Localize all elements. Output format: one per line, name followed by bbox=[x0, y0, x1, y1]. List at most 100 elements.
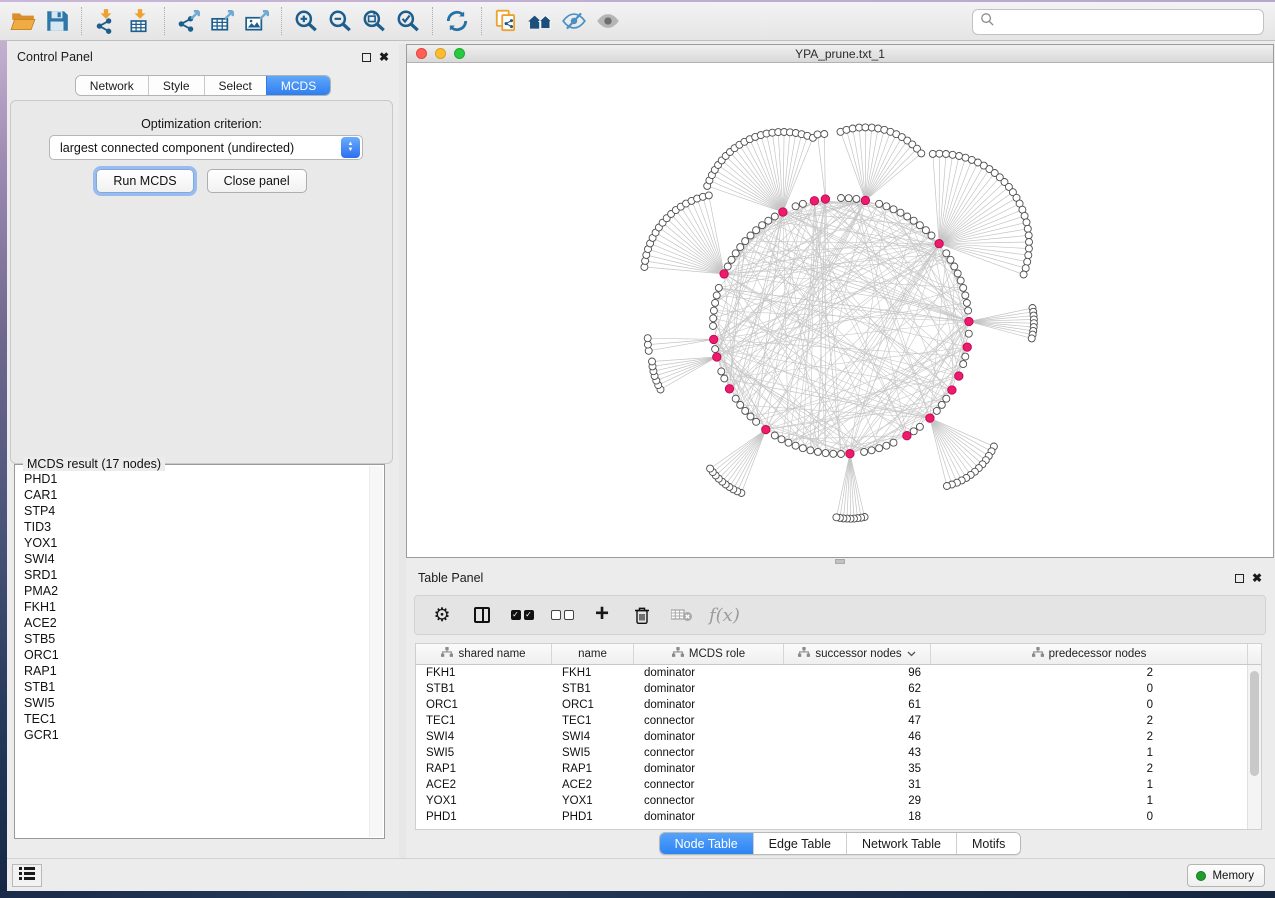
import-table-icon[interactable] bbox=[123, 5, 157, 37]
tab-style[interactable]: Style bbox=[148, 76, 204, 95]
zoom-fit-icon[interactable] bbox=[357, 5, 391, 37]
mcds-result-item[interactable]: PHD1 bbox=[16, 471, 368, 487]
add-row-icon[interactable]: + bbox=[589, 601, 615, 629]
export-table-icon[interactable] bbox=[206, 5, 240, 37]
close-panel-button[interactable]: Close panel bbox=[207, 169, 307, 193]
table-cell: 2 bbox=[931, 761, 1248, 777]
delete-rows-icon[interactable] bbox=[629, 601, 655, 629]
sitemap-icon bbox=[798, 647, 810, 661]
sitemap-icon bbox=[672, 647, 684, 661]
zoom-in-icon[interactable] bbox=[289, 5, 323, 37]
table-cell: dominator bbox=[634, 761, 784, 777]
close-panel-icon[interactable]: ✖ bbox=[379, 51, 389, 63]
table-cell: 2 bbox=[931, 665, 1248, 681]
mcds-result-list: PHD1CAR1STP4TID3YOX1SWI4SRD1PMA2FKH1ACE2… bbox=[16, 471, 368, 837]
tab-node-table[interactable]: Node Table bbox=[660, 833, 753, 854]
table-row[interactable]: ORC1ORC1dominator610 bbox=[416, 697, 1261, 713]
mcds-result-item[interactable]: SWI4 bbox=[16, 551, 368, 567]
tab-select[interactable]: Select bbox=[204, 76, 266, 95]
criterion-dropdown[interactable]: largest connected component (undirected)… bbox=[49, 135, 363, 160]
tab-network-table[interactable]: Network Table bbox=[846, 833, 956, 854]
table-cell: 0 bbox=[931, 809, 1248, 825]
show-columns-icon[interactable] bbox=[469, 601, 495, 629]
import-network-icon[interactable] bbox=[89, 5, 123, 37]
table-row[interactable]: TEC1TEC1connector472 bbox=[416, 713, 1261, 729]
search-field[interactable] bbox=[972, 9, 1264, 35]
column-label: shared name bbox=[458, 648, 525, 660]
column-header-MCDS-role[interactable]: MCDS role bbox=[634, 644, 784, 664]
table-cell: 0 bbox=[931, 697, 1248, 713]
mcds-result-item[interactable]: ACE2 bbox=[16, 615, 368, 631]
show-all-icon[interactable] bbox=[591, 5, 625, 37]
duplicate-network-icon[interactable] bbox=[489, 5, 523, 37]
mcds-result-item[interactable]: PMA2 bbox=[16, 583, 368, 599]
mcds-result-item[interactable]: TID3 bbox=[16, 519, 368, 535]
table-row[interactable]: SWI4SWI4dominator462 bbox=[416, 729, 1261, 745]
mcds-result-item[interactable]: SRD1 bbox=[16, 567, 368, 583]
divider-drag-handle[interactable] bbox=[835, 559, 845, 564]
mcds-result-item[interactable]: SWI5 bbox=[16, 695, 368, 711]
table-scrollbar[interactable] bbox=[1247, 665, 1261, 829]
close-table-panel-icon[interactable]: ✖ bbox=[1252, 572, 1262, 584]
mcds-result-item[interactable]: GCR1 bbox=[16, 727, 368, 743]
mcds-list-scrollbar[interactable] bbox=[369, 466, 383, 837]
mcds-result-item[interactable]: FKH1 bbox=[16, 599, 368, 615]
tab-motifs[interactable]: Motifs bbox=[956, 833, 1020, 854]
export-network-icon[interactable] bbox=[172, 5, 206, 37]
open-folder-icon[interactable] bbox=[6, 5, 40, 37]
table-scrollbar-thumb[interactable] bbox=[1250, 671, 1259, 776]
column-label: successor nodes bbox=[815, 648, 901, 660]
mcds-result-item[interactable]: STP4 bbox=[16, 503, 368, 519]
mcds-result-item[interactable]: TEC1 bbox=[16, 711, 368, 727]
column-header-shared-name[interactable]: shared name bbox=[416, 644, 552, 664]
float-table-panel-icon[interactable] bbox=[1235, 574, 1244, 583]
memory-button[interactable]: Memory bbox=[1187, 864, 1265, 887]
table-row[interactable]: FKH1FKH1dominator962 bbox=[416, 665, 1261, 681]
table-cell: connector bbox=[634, 793, 784, 809]
task-history-button[interactable] bbox=[12, 864, 42, 887]
control-panel-header: Control Panel ✖ bbox=[7, 44, 399, 70]
mcds-result-item[interactable]: STB1 bbox=[16, 679, 368, 695]
select-all-icon[interactable]: ✓✓ bbox=[509, 601, 535, 629]
horizontal-split-divider[interactable] bbox=[406, 558, 1274, 565]
mcds-result-item[interactable]: STB5 bbox=[16, 631, 368, 647]
float-panel-icon[interactable] bbox=[362, 53, 371, 62]
mcds-result-item[interactable]: CAR1 bbox=[16, 487, 368, 503]
column-header-name[interactable]: name bbox=[552, 644, 634, 664]
save-icon[interactable] bbox=[40, 5, 74, 37]
table-row[interactable]: RAP1RAP1dominator352 bbox=[416, 761, 1261, 777]
refresh-icon[interactable] bbox=[440, 5, 474, 37]
tab-mcds[interactable]: MCDS bbox=[266, 76, 330, 95]
mcds-result-item[interactable]: ORC1 bbox=[16, 647, 368, 663]
table-cell: 0 bbox=[931, 681, 1248, 697]
sort-descending-icon bbox=[907, 648, 916, 660]
network-window-titlebar: YPA_prune.txt_1 bbox=[407, 45, 1273, 63]
table-row[interactable]: YOX1YOX1connector291 bbox=[416, 793, 1261, 809]
deselect-all-icon[interactable] bbox=[549, 601, 575, 629]
export-image-icon[interactable] bbox=[240, 5, 274, 37]
mcds-result-item[interactable]: RAP1 bbox=[16, 663, 368, 679]
table-row[interactable]: PHD1PHD1dominator180 bbox=[416, 809, 1261, 825]
tab-edge-table[interactable]: Edge Table bbox=[753, 833, 846, 854]
table-cell: 31 bbox=[784, 777, 931, 793]
table-row[interactable]: STB1STB1dominator620 bbox=[416, 681, 1261, 697]
zoom-out-icon[interactable] bbox=[323, 5, 357, 37]
application-window: Control Panel ✖ NetworkStyleSelectMCDS O… bbox=[0, 0, 1275, 898]
table-options-icon[interactable]: ⚙ bbox=[429, 601, 455, 629]
hide-selected-icon[interactable] bbox=[557, 5, 591, 37]
mcds-result-item[interactable]: YOX1 bbox=[16, 535, 368, 551]
table-row[interactable]: SWI5SWI5connector431 bbox=[416, 745, 1261, 761]
run-mcds-button[interactable]: Run MCDS bbox=[96, 169, 193, 193]
network-canvas[interactable] bbox=[407, 63, 1273, 557]
tab-network[interactable]: Network bbox=[76, 76, 148, 95]
column-header-successor-nodes[interactable]: successor nodes bbox=[784, 644, 931, 664]
table-row[interactable]: ACE2ACE2connector311 bbox=[416, 777, 1261, 793]
vertical-split-divider[interactable] bbox=[399, 44, 406, 858]
control-panel: Control Panel ✖ NetworkStyleSelectMCDS O… bbox=[7, 44, 399, 858]
first-neighbors-icon[interactable] bbox=[523, 5, 557, 37]
table-cell: 61 bbox=[784, 697, 931, 713]
column-label: name bbox=[578, 648, 607, 660]
zoom-selected-icon[interactable] bbox=[391, 5, 425, 37]
search-input[interactable] bbox=[995, 12, 1263, 32]
column-header-predecessor-nodes[interactable]: predecessor nodes bbox=[931, 644, 1248, 664]
